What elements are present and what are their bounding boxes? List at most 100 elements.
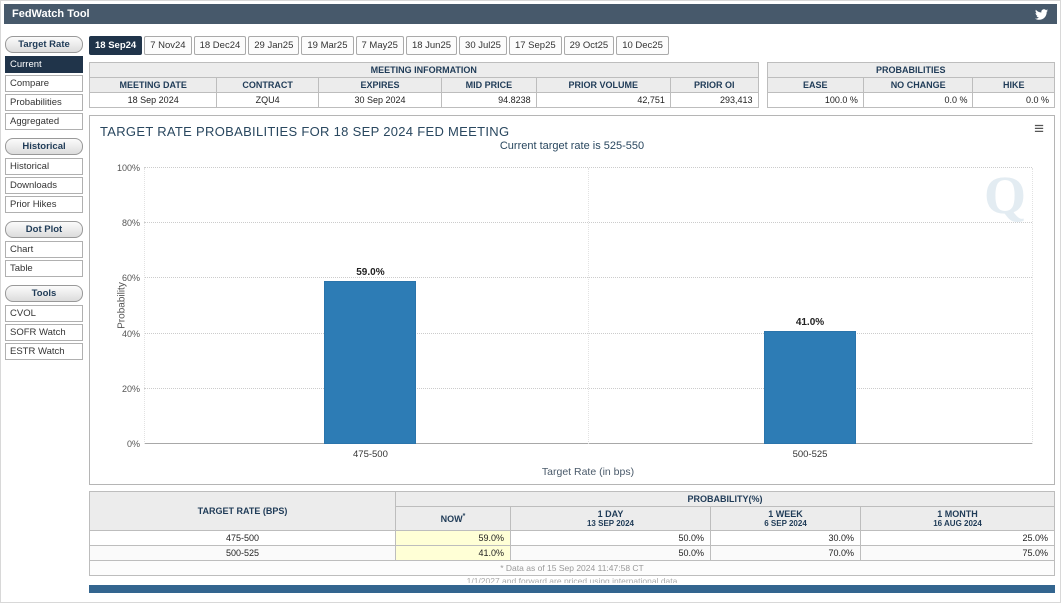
sidebar-item-historical[interactable]: Historical — [5, 158, 83, 175]
month-475-500: 25.0% — [861, 531, 1055, 546]
tab-18-dec24[interactable]: 18 Dec24 — [194, 36, 247, 55]
col-mid-price: MID PRICE — [442, 78, 537, 93]
sidebar-item-estr-watch[interactable]: ESTR Watch — [5, 343, 83, 360]
tab-29-oct25[interactable]: 29 Oct25 — [564, 36, 615, 55]
app-header: FedWatch Tool — [4, 4, 1057, 24]
ease-value: 100.0 % — [767, 93, 863, 108]
tab-7-nov24[interactable]: 7 Nov24 — [144, 36, 191, 55]
chart-context-menu-icon[interactable]: ≡ — [1034, 122, 1044, 136]
bar-500-525-rect — [764, 331, 856, 444]
ytick-100: 100% — [100, 163, 140, 173]
col-expires: EXPIRES — [318, 78, 441, 93]
col-ease: EASE — [767, 78, 863, 93]
sidebar-item-downloads[interactable]: Downloads — [5, 177, 83, 194]
sidebar-item-chart[interactable]: Chart — [5, 241, 83, 258]
plot-area: Q 100% 80% 60% 40% 2 — [144, 168, 1032, 444]
meeting-date-tabs: 18 Sep24 7 Nov24 18 Dec24 29 Jan25 19 Ma… — [89, 36, 1055, 55]
rate-500-525: 500-525 — [90, 546, 396, 561]
layout: Target Rate Current Compare Probabilitie… — [4, 24, 1057, 593]
vgridline-left — [144, 168, 145, 444]
table-row-475-500: 475-500 59.0% 50.0% 30.0% 25.0% — [90, 531, 1055, 546]
bar-475-500[interactable]: 59.0% — [324, 168, 416, 444]
col-now: NOW* — [396, 507, 511, 531]
sidebar-section-historical[interactable]: Historical — [5, 138, 83, 155]
footer-bar — [89, 585, 1055, 593]
probability-table: TARGET RATE (BPS) PROBABILITY(%) NOW* 1 … — [89, 491, 1055, 576]
ytick-80: 80% — [100, 218, 140, 228]
probability-group-header: PROBABILITY(%) — [396, 492, 1055, 507]
sidebar-item-cvol[interactable]: CVOL — [5, 305, 83, 322]
expires-value: 30 Sep 2024 — [318, 93, 441, 108]
twitter-icon[interactable] — [1034, 8, 1049, 21]
sidebar-section-dot-plot[interactable]: Dot Plot — [5, 221, 83, 238]
vgridline-center — [588, 168, 589, 444]
now-asterisk: * — [463, 513, 466, 520]
quikstrike-watermark-logo: Q — [984, 168, 1026, 222]
col-prior-oi: PRIOR OI — [670, 78, 758, 93]
contract-value: ZQU4 — [217, 93, 318, 108]
prior-oi-value: 293,413 — [670, 93, 758, 108]
col-1-week: 1 WEEK6 SEP 2024 — [711, 507, 861, 531]
rate-header: TARGET RATE (BPS) — [90, 492, 396, 531]
sidebar-item-table[interactable]: Table — [5, 260, 83, 277]
chart-panel: TARGET RATE PROBABILITIES FOR 18 SEP 202… — [89, 115, 1055, 485]
fedwatch-app: FedWatch Tool Target Rate Current Compar… — [0, 0, 1061, 603]
mid-price-value: 94.8238 — [442, 93, 537, 108]
ytick-0: 0% — [100, 439, 140, 449]
data-as-of-footnote: * Data as of 15 Sep 2024 11:47:58 CT — [90, 561, 1055, 576]
sidebar-item-aggregated[interactable]: Aggregated — [5, 113, 83, 130]
chart-subtitle: Current target rate is 525-550 — [90, 140, 1054, 152]
month-500-525: 75.0% — [861, 546, 1055, 561]
plot-wrap: Probability Q 100% 80% — [98, 168, 1038, 444]
sidebar-section-target-rate[interactable]: Target Rate — [5, 36, 83, 53]
now-500-525: 41.0% — [396, 546, 511, 561]
ytick-20: 20% — [100, 384, 140, 394]
probabilities-title: PROBABILITIES — [767, 63, 1055, 78]
meeting-info-title: MEETING INFORMATION — [90, 63, 759, 78]
hike-value: 0.0 % — [973, 93, 1055, 108]
prior-volume-value: 42,751 — [536, 93, 670, 108]
bar-475-500-rect — [324, 281, 416, 444]
tab-18-sep24[interactable]: 18 Sep24 — [89, 36, 142, 55]
tab-30-jul25[interactable]: 30 Jul25 — [459, 36, 507, 55]
x-category-475-500: 475-500 — [353, 449, 388, 460]
day-500-525: 50.0% — [511, 546, 711, 561]
sidebar-item-probabilities[interactable]: Probabilities — [5, 94, 83, 111]
bar-500-525-value-label: 41.0% — [796, 317, 824, 328]
tab-19-mar25[interactable]: 19 Mar25 — [301, 36, 353, 55]
bar-500-525[interactable]: 41.0% — [764, 168, 856, 444]
no-change-value: 0.0 % — [863, 93, 973, 108]
sidebar-item-compare[interactable]: Compare — [5, 75, 83, 92]
sidebar: Target Rate Current Compare Probabilitie… — [5, 36, 83, 593]
ytick-40: 40% — [100, 329, 140, 339]
main-content: 18 Sep24 7 Nov24 18 Dec24 29 Jan25 19 Ma… — [89, 36, 1055, 593]
tab-17-sep25[interactable]: 17 Sep25 — [509, 36, 562, 55]
col-contract: CONTRACT — [217, 78, 318, 93]
rate-475-500: 475-500 — [90, 531, 396, 546]
day-475-500: 50.0% — [511, 531, 711, 546]
tab-10-dec25[interactable]: 10 Dec25 — [616, 36, 669, 55]
now-475-500: 59.0% — [396, 531, 511, 546]
vgridline-right — [1032, 168, 1033, 444]
sidebar-section-tools[interactable]: Tools — [5, 285, 83, 302]
sidebar-item-current[interactable]: Current — [5, 56, 83, 73]
week-475-500: 30.0% — [711, 531, 861, 546]
table-footnote-row: * Data as of 15 Sep 2024 11:47:58 CT — [90, 561, 1055, 576]
table-row-500-525: 500-525 41.0% 50.0% 70.0% 75.0% — [90, 546, 1055, 561]
meeting-info-table: MEETING INFORMATION MEETING DATE CONTRAC… — [89, 62, 759, 108]
tab-18-jun25[interactable]: 18 Jun25 — [406, 36, 457, 55]
probabilities-summary-table: PROBABILITIES EASE NO CHANGE HIKE 100.0 … — [767, 62, 1056, 108]
ytick-60: 60% — [100, 273, 140, 283]
sidebar-item-sofr-watch[interactable]: SOFR Watch — [5, 324, 83, 341]
col-1-month: 1 MONTH16 AUG 2024 — [861, 507, 1055, 531]
week-500-525: 70.0% — [711, 546, 861, 561]
tab-29-jan25[interactable]: 29 Jan25 — [248, 36, 299, 55]
x-axis-title: Target Rate (in bps) — [542, 466, 634, 478]
secondary-footnote: 1/1/2027 and forward are priced using in… — [89, 576, 1055, 583]
col-meeting-date: MEETING DATE — [90, 78, 217, 93]
tab-7-may25[interactable]: 7 May25 — [356, 36, 404, 55]
bar-475-500-value-label: 59.0% — [356, 267, 384, 278]
chart-title: TARGET RATE PROBABILITIES FOR 18 SEP 202… — [90, 116, 1054, 139]
col-1-day: 1 DAY13 SEP 2024 — [511, 507, 711, 531]
sidebar-item-prior-hikes[interactable]: Prior Hikes — [5, 196, 83, 213]
